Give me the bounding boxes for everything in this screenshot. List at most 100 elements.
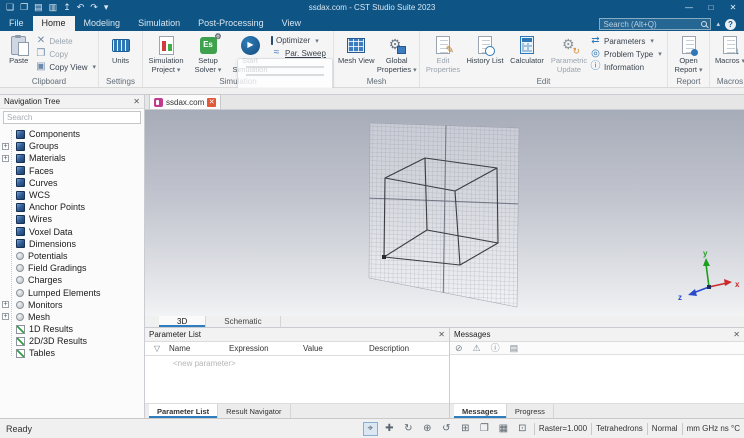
bounding-box-icon[interactable]: ▦ [496, 422, 511, 436]
delete-button[interactable]: Delete [35, 36, 96, 46]
document-tab[interactable]: ssdax.com [149, 94, 222, 109]
parameter-panel-tab[interactable]: Parameter List [149, 404, 219, 418]
maximize-button[interactable]: □ [700, 0, 722, 15]
paste-button[interactable]: Paste [2, 34, 35, 76]
column-value[interactable]: Value [303, 344, 369, 353]
messages-panel-tab[interactable]: Progress [507, 404, 554, 418]
collapse-ribbon-icon[interactable]: ▴ [716, 20, 720, 28]
pan-icon[interactable]: ✚ [382, 422, 397, 436]
mesh-view-button[interactable]: Mesh View [336, 34, 377, 76]
undo-icon[interactable]: ↶ [77, 3, 85, 12]
expand-icon[interactable] [2, 154, 9, 162]
tree-item[interactable]: Field Gradings [0, 262, 144, 274]
tree-item[interactable]: WCS [0, 189, 144, 201]
column-description[interactable]: Description [369, 344, 449, 353]
search-box[interactable] [599, 18, 712, 30]
global-properties-button[interactable]: Global Properties [377, 34, 418, 76]
menu-tab[interactable]: Modeling [75, 16, 130, 31]
zoom-select-icon[interactable]: ⌖ [362, 421, 378, 436]
status-render-mode[interactable]: Normal [652, 424, 678, 433]
tree-item[interactable]: Potentials [0, 250, 144, 262]
setup-solver-button[interactable]: Es Setup Solver [187, 32, 229, 76]
units-button[interactable]: Units [101, 34, 140, 76]
redo-icon[interactable]: ↷ [90, 3, 98, 12]
info-filter-icon[interactable]: ⓘ [491, 343, 500, 353]
expand-icon[interactable] [2, 313, 9, 321]
copy-view-button[interactable]: Copy View [35, 62, 96, 72]
status-units[interactable]: mm GHz ns °C [687, 424, 740, 433]
tree-item[interactable]: Monitors [0, 299, 144, 311]
macros-button[interactable]: Macros [712, 34, 744, 76]
open-file-icon[interactable]: ❐ [20, 3, 28, 12]
dynamic-zoom-icon[interactable]: ⊕ [420, 422, 435, 436]
tree-item[interactable]: Dimensions [0, 238, 144, 250]
message-options-icon[interactable]: ▤ [510, 343, 519, 353]
search-input[interactable] [603, 19, 702, 29]
copy-button[interactable]: Copy [35, 49, 96, 59]
tree-item[interactable]: Voxel Data [0, 226, 144, 238]
menu-tab[interactable]: View [273, 16, 310, 31]
menu-tab[interactable]: Post-Processing [189, 16, 273, 31]
document-tab-close-icon[interactable] [207, 97, 217, 107]
tree-search-box[interactable] [3, 111, 141, 124]
calculator-button[interactable]: Calculator [506, 34, 548, 76]
tree-search-input[interactable] [7, 113, 137, 122]
status-mesh-type[interactable]: Tetrahedrons [596, 424, 643, 433]
customize-quick-access-icon[interactable]: ▾ [104, 3, 109, 12]
rotate-icon[interactable]: ↻ [401, 422, 416, 436]
tree-item[interactable]: Groups [0, 140, 144, 152]
tree-item[interactable]: Mesh [0, 311, 144, 323]
menu-tab[interactable]: Simulation [129, 16, 189, 31]
edit-properties-button[interactable]: Edit Properties [422, 34, 464, 76]
tree-item[interactable]: Faces [0, 165, 144, 177]
new-file-icon[interactable]: ❏ [6, 3, 14, 12]
tree-item[interactable]: Components [0, 128, 144, 140]
tree-item[interactable]: Anchor Points [0, 201, 144, 213]
tree-item[interactable]: Wires [0, 213, 144, 225]
warnings-filter-icon[interactable]: ⚠ [473, 343, 481, 353]
help-icon[interactable]: ? [725, 18, 736, 30]
tree-item[interactable]: Lumped Elements [0, 286, 144, 298]
tree-item[interactable]: 1D Results [0, 323, 144, 335]
minimize-button[interactable]: — [678, 0, 700, 15]
menu-tab[interactable]: File [0, 16, 33, 31]
messages-close-button[interactable] [733, 331, 740, 339]
tree-item[interactable]: Tables [0, 347, 144, 359]
optimizer-button[interactable]: Optimizer [271, 36, 326, 45]
parameters-button[interactable]: Parameters [590, 36, 662, 46]
view-tab[interactable]: 3D [159, 316, 207, 327]
close-button[interactable]: ✕ [722, 0, 744, 15]
navigation-tree-close-button[interactable] [133, 98, 140, 106]
par-sweep-button[interactable]: Par. Sweep [271, 48, 326, 58]
tree-item[interactable]: Materials [0, 152, 144, 164]
expand-icon[interactable] [2, 142, 9, 150]
menu-tab[interactable]: Home [32, 16, 75, 31]
new-parameter-row[interactable]: <new parameter> [145, 356, 449, 368]
parametric-update-button[interactable]: Parametric Update [548, 34, 590, 76]
view-tab[interactable]: Schematic [206, 316, 281, 327]
parameter-list-close-button[interactable] [438, 331, 445, 339]
tree-item[interactable]: 2D/3D Results [0, 335, 144, 347]
tree-item[interactable]: Charges [0, 274, 144, 286]
open-report-button[interactable]: Open Report [670, 34, 707, 76]
tree-item[interactable]: Curves [0, 177, 144, 189]
import-export-icon[interactable]: ↥ [63, 3, 71, 12]
split-view-icon[interactable]: ❐ [477, 422, 492, 436]
problem-type-button[interactable]: Problem Type [590, 49, 662, 59]
save-icon[interactable]: ▤ [34, 3, 43, 12]
filter-icon[interactable] [145, 344, 169, 353]
expand-icon[interactable] [2, 301, 9, 309]
save-as-icon[interactable]: ▥ [49, 3, 58, 12]
column-name[interactable]: Name [169, 344, 229, 353]
parameter-panel-tab[interactable]: Result Navigator [218, 404, 291, 418]
zoom-to-selection-icon[interactable]: ⊞ [458, 422, 473, 436]
information-button[interactable]: Information [590, 62, 662, 72]
3d-viewport[interactable]: y x z [145, 110, 744, 316]
errors-filter-icon[interactable]: ⊘ [455, 343, 463, 353]
rotate-in-plane-icon[interactable]: ↺ [439, 422, 454, 436]
history-list-button[interactable]: History List [464, 34, 506, 76]
column-expression[interactable]: Expression [229, 344, 303, 353]
messages-panel-tab[interactable]: Messages [454, 404, 507, 418]
simulation-project-button[interactable]: Simulation Project [145, 34, 187, 76]
fullscreen-icon[interactable]: ⊡ [515, 422, 530, 436]
